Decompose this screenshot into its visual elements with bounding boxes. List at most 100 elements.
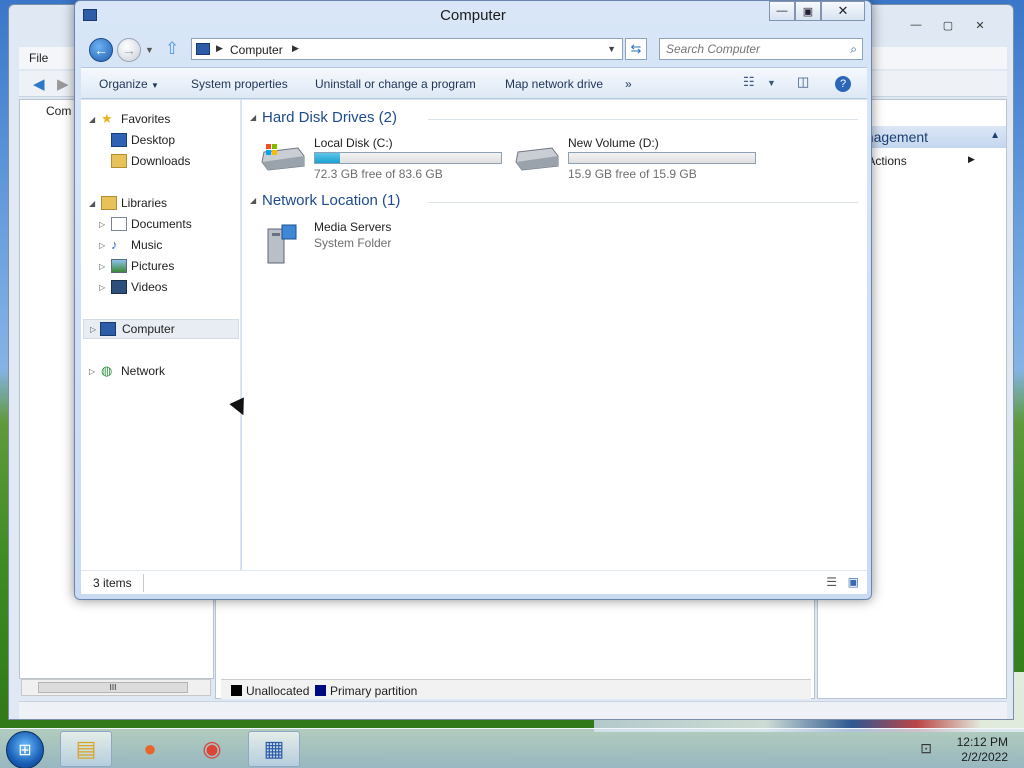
taskbar: ⊞ ▤ ● ◉ ▦ ⊡ 12:12 PM 2/2/2022 [0, 728, 1024, 768]
collapse-icon: ▲ [990, 130, 1000, 141]
drive-d[interactable]: New Volume (D:) 15.9 GB free of 15.9 GB [514, 136, 764, 184]
window-controls: — ▣ ✕ [769, 1, 865, 21]
firefox-icon[interactable]: ● [124, 731, 176, 767]
documents-icon [111, 217, 127, 231]
drive-usage-bar [314, 152, 502, 164]
drive-usage-fill [315, 153, 341, 163]
nav-libraries[interactable]: ◢ Libraries [81, 193, 239, 213]
collapsed-triangle-icon: ▷ [89, 366, 96, 376]
bg-scroll-thumb[interactable]: III [38, 682, 188, 693]
submenu-arrow-icon: ▶ [968, 154, 975, 164]
address-bar: ← → ▼ ⇧ ▶ Computer ▶ ▼ ⇆ ⌕ [83, 37, 865, 63]
drive-name: Local Disk (C:) [314, 136, 393, 150]
nav-network[interactable]: ▷ ◍ Network [81, 361, 239, 381]
media-server-icon [267, 224, 297, 264]
breadcrumb-computer[interactable]: Computer [230, 43, 283, 57]
chrome-icon[interactable]: ◉ [186, 731, 238, 767]
search-box[interactable]: ⌕ [659, 38, 863, 60]
minimize-button[interactable]: — [769, 1, 795, 21]
media-servers-type: System Folder [314, 236, 392, 250]
computer-management-icon[interactable]: ▦ [248, 731, 300, 767]
group-collapse-icon: ◢ [250, 113, 257, 122]
back-button[interactable]: ← [89, 38, 113, 62]
music-icon: ♪ [111, 237, 118, 252]
bg-statusbar [19, 701, 1007, 719]
navigation-pane: ◢ ★ Favorites Desktop Downloads ◢ Librar… [81, 100, 241, 570]
more-commands-button[interactable]: » [625, 77, 632, 91]
address-dropdown-icon[interactable]: ▼ [607, 44, 616, 54]
bg-horizontal-scrollbar[interactable]: III [21, 679, 211, 696]
large-icons-view-icon[interactable]: ▣ [848, 575, 859, 589]
uninstall-program-button[interactable]: Uninstall or change a program [315, 77, 476, 91]
bg-back-icon[interactable]: ◀ [33, 75, 45, 93]
breadcrumb-chevron-icon[interactable]: ▶ [292, 43, 299, 54]
status-divider [143, 574, 144, 592]
network-tray-icon[interactable]: ⊡ [920, 740, 932, 757]
collapsed-triangle-icon: ▷ [99, 240, 106, 250]
legend-unallocated-label: Unallocated [246, 684, 310, 698]
status-bar: 3 items ☰ ▣ [81, 570, 867, 594]
nav-videos[interactable]: ▷ Videos [81, 277, 239, 297]
search-icon[interactable]: ⌕ [850, 42, 857, 57]
bg-maximize-button[interactable]: ▢ [933, 15, 963, 35]
pictures-icon [111, 259, 127, 273]
legend-primary-swatch [315, 685, 326, 696]
bg-window-controls: — ▢ ✕ [901, 15, 995, 35]
group-header-network-location[interactable]: Network Location (1) [262, 192, 400, 209]
breadcrumb[interactable]: ▶ Computer ▶ ▼ [191, 38, 623, 60]
star-icon: ★ [101, 111, 113, 126]
refresh-button[interactable]: ⇆ [625, 38, 647, 60]
drive-free-space: 15.9 GB free of 15.9 GB [568, 167, 697, 181]
organize-button[interactable]: Organize ▼ [99, 77, 159, 91]
nav-downloads[interactable]: Downloads [81, 151, 239, 171]
bg-menu-file[interactable]: File [29, 51, 48, 65]
nav-documents[interactable]: ▷ Documents [81, 214, 239, 234]
window-title: Computer [440, 7, 506, 24]
content-pane: ◢ Hard Disk Drives (2) Local Disk (C:) 7… [242, 100, 867, 570]
maximize-button[interactable]: ▣ [795, 1, 821, 21]
libraries-icon [101, 196, 117, 210]
breadcrumb-chevron-icon[interactable]: ▶ [216, 43, 223, 54]
change-view-icon[interactable]: ☷ [743, 74, 755, 90]
downloads-folder-icon [111, 154, 127, 168]
start-button[interactable]: ⊞ [6, 731, 44, 768]
search-input[interactable] [660, 39, 830, 59]
nav-favorites[interactable]: ◢ ★ Favorites [81, 109, 239, 129]
bg-disk-legend: Unallocated Primary partition [221, 679, 811, 699]
recent-pages-dropdown[interactable]: ▼ [145, 45, 154, 55]
bg-tree-root-label[interactable]: Com [46, 104, 71, 118]
explorer-icon[interactable]: ▤ [60, 731, 112, 767]
bg-close-button[interactable]: ✕ [965, 15, 995, 35]
nav-music[interactable]: ▷ ♪ Music [81, 235, 239, 255]
preview-pane-icon[interactable]: ◫ [797, 74, 809, 90]
view-options-chevron-icon[interactable]: ▼ [767, 78, 776, 88]
clock-date: 2/2/2022 [961, 750, 1008, 764]
hard-drive-windows-icon [261, 144, 305, 171]
system-properties-button[interactable]: System properties [191, 77, 288, 91]
explorer-window: Computer — ▣ ✕ ← → ▼ ⇧ ▶ Computer ▶ ▼ ⇆ … [74, 0, 872, 600]
hard-drive-icon [515, 147, 559, 171]
close-button[interactable]: ✕ [821, 1, 865, 21]
drive-free-space: 72.3 GB free of 83.6 GB [314, 167, 443, 181]
bg-minimize-button[interactable]: — [901, 15, 931, 35]
clock-time: 12:12 PM [956, 735, 1008, 749]
item-count: 3 items [93, 576, 132, 590]
help-icon[interactable]: ? [835, 76, 851, 92]
expanded-triangle-icon: ◢ [89, 114, 96, 124]
nav-pictures[interactable]: ▷ Pictures [81, 256, 239, 276]
bg-forward-icon[interactable]: ▶ [57, 75, 69, 93]
media-servers-item[interactable]: Media Servers System Folder [260, 220, 460, 268]
up-arrow-icon[interactable]: ⇧ [165, 39, 179, 59]
group-header-hard-disk-drives[interactable]: Hard Disk Drives (2) [262, 109, 397, 126]
collapsed-triangle-icon: ▷ [90, 324, 97, 334]
nav-computer[interactable]: ▷ Computer [83, 319, 239, 339]
computer-icon [196, 43, 210, 55]
chevron-down-icon: ▼ [151, 81, 159, 90]
details-view-icon[interactable]: ☰ [826, 575, 837, 589]
drive-c[interactable]: Local Disk (C:) 72.3 GB free of 83.6 GB [260, 136, 510, 184]
legend-primary-label: Primary partition [330, 684, 418, 698]
forward-button[interactable]: → [117, 38, 141, 62]
map-network-drive-button[interactable]: Map network drive [505, 77, 603, 91]
nav-desktop[interactable]: Desktop [81, 130, 239, 150]
clock[interactable]: 12:12 PM 2/2/2022 [957, 735, 1008, 765]
